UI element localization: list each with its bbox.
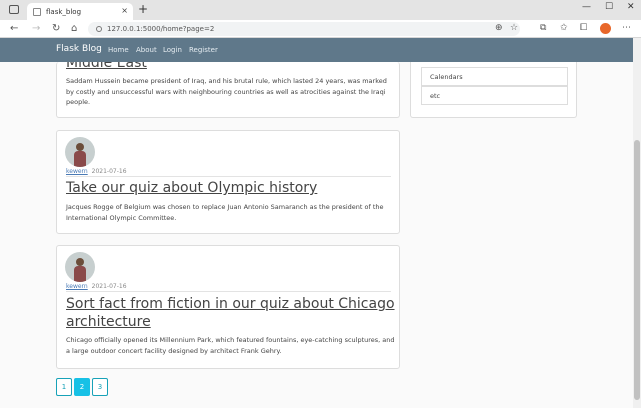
post-card: Middle East Saddam Hussein became presid… — [56, 62, 400, 118]
extensions-icon[interactable]: ⧉ — [540, 23, 546, 33]
divider — [66, 291, 391, 292]
favorites-icon[interactable]: ✩ — [560, 23, 568, 33]
post-title-link[interactable]: Sort fact from fiction in our quiz about… — [66, 295, 396, 331]
close-window-icon[interactable]: ✕ — [627, 2, 635, 12]
scrollbar-thumb[interactable] — [634, 140, 640, 400]
profile-avatar[interactable] — [600, 23, 611, 34]
author-avatar — [65, 252, 95, 282]
nav-register-link[interactable]: Register — [189, 46, 218, 54]
post-excerpt: Chicago officially opened its Millennium… — [66, 336, 395, 355]
post-meta: kewern 2021-07-16 — [66, 168, 127, 175]
sidebar: Calendars etc — [410, 62, 577, 118]
post-excerpt: Jacques Rogge of Belgium was chosen to r… — [66, 203, 384, 222]
address-toolbar: ← → ↻ ⌂ 127.0.0.1:5000/home?page=2 ⊕ ☆ ⧉… — [0, 20, 641, 38]
browser-tab-bar: flask_blog × + — ☐ ✕ — [0, 0, 641, 20]
address-input[interactable]: 127.0.0.1:5000/home?page=2 — [88, 22, 520, 36]
author-link[interactable]: kewern — [66, 168, 88, 175]
divider — [66, 176, 391, 177]
page-2-button[interactable]: 2 — [74, 378, 90, 396]
page-content: Middle East Saddam Hussein became presid… — [0, 62, 633, 408]
post-excerpt: Saddam Hussein became president of Iraq,… — [66, 77, 387, 106]
reload-icon[interactable]: ↻ — [52, 23, 60, 34]
site-navbar: Flask Blog Home About Login Register — [0, 38, 633, 62]
browser-tab[interactable]: flask_blog × — [27, 3, 133, 20]
sidebar-item-etc[interactable]: etc — [421, 86, 568, 105]
page-favicon-icon — [33, 7, 41, 16]
post-date: 2021-07-16 — [91, 283, 127, 290]
new-tab-button[interactable]: + — [138, 2, 148, 16]
post-date: 2021-07-16 — [91, 168, 127, 175]
reader-view-icon[interactable]: ⊕ — [495, 23, 503, 33]
home-icon[interactable]: ⌂ — [71, 23, 77, 34]
collections-icon[interactable]: ⧠ — [580, 23, 587, 33]
nav-login-link[interactable]: Login — [163, 46, 182, 54]
menu-icon[interactable]: ⋯ — [622, 23, 631, 33]
tab-actions-icon[interactable] — [9, 5, 19, 14]
forward-icon[interactable]: → — [32, 23, 40, 34]
nav-about-link[interactable]: About — [136, 46, 157, 54]
author-avatar — [65, 137, 95, 167]
post-title-link[interactable]: Middle East — [66, 62, 396, 72]
page-3-button[interactable]: 3 — [92, 378, 108, 396]
back-icon[interactable]: ← — [10, 23, 18, 34]
post-meta: kewern 2021-07-16 — [66, 283, 127, 290]
sidebar-item-calendars[interactable]: Calendars — [421, 67, 568, 86]
post-card: kewern 2021-07-16 Take our quiz about Ol… — [56, 130, 400, 234]
author-link[interactable]: kewern — [66, 283, 88, 290]
post-card: kewern 2021-07-16 Sort fact from fiction… — [56, 245, 400, 369]
url-text: 127.0.0.1:5000/home?page=2 — [107, 25, 215, 33]
tab-title: flask_blog — [46, 7, 82, 16]
site-info-icon[interactable] — [96, 26, 102, 32]
post-title-link[interactable]: Take our quiz about Olympic history — [66, 179, 396, 197]
favorite-star-icon[interactable]: ☆ — [510, 23, 518, 33]
site-brand-link[interactable]: Flask Blog — [56, 44, 102, 54]
page-1-button[interactable]: 1 — [56, 378, 72, 396]
nav-home-link[interactable]: Home — [108, 46, 129, 54]
pagination: 1 2 3 — [56, 378, 108, 396]
minimize-icon[interactable]: — — [582, 2, 591, 12]
maximize-icon[interactable]: ☐ — [605, 2, 613, 12]
close-tab-icon[interactable]: × — [121, 6, 128, 15]
